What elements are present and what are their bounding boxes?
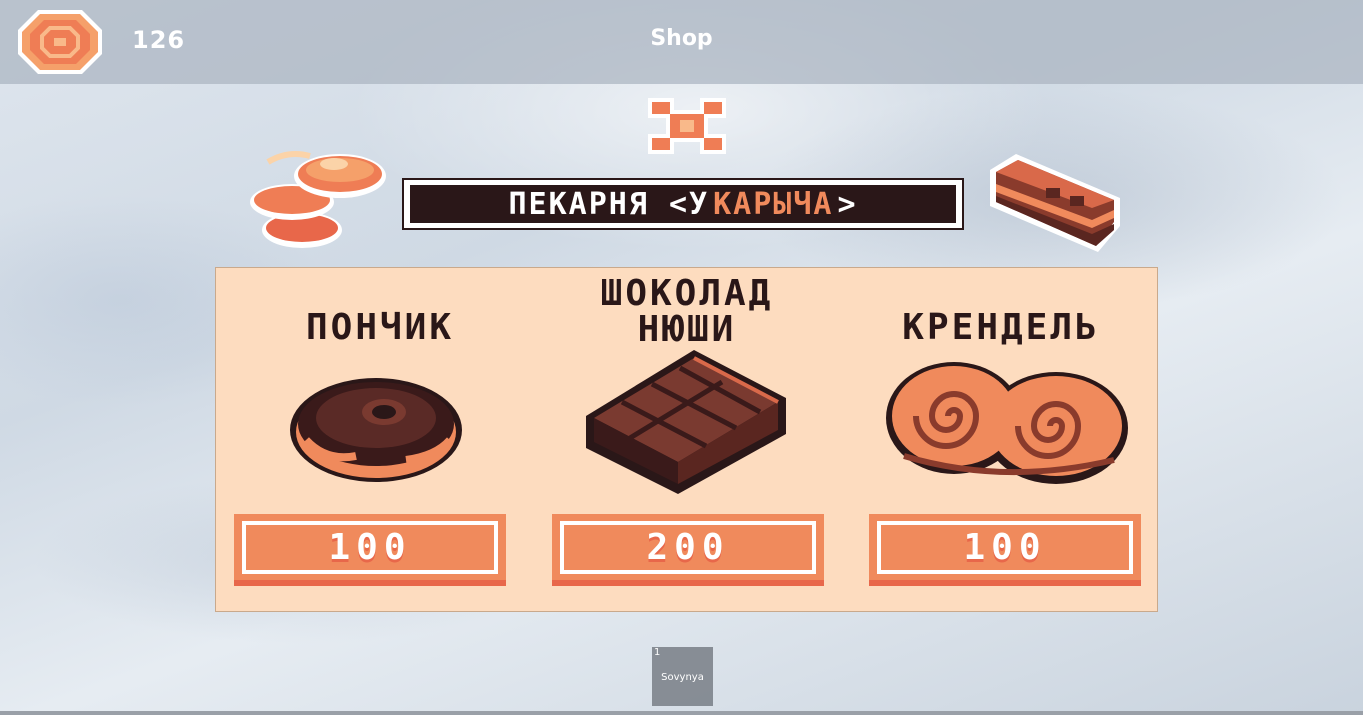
bakery-title-part1: ПЕКАРНЯ <У [508, 186, 710, 222]
buy-button-chocolate[interactable]: 200 [552, 514, 824, 586]
item-name-pretzel: КРЕНДЕЛЬ [902, 307, 1100, 348]
pancakes-icon [250, 151, 386, 248]
top-bar: 126 Shop [0, 0, 1363, 84]
bakery-title: ПЕКАРНЯ <У КАРЫЧА > [402, 178, 964, 230]
chocolate-bar-icon[interactable] [582, 346, 788, 496]
shop-title: Shop [650, 26, 713, 51]
close-x-icon[interactable] [648, 96, 726, 156]
bakery-title-name: КАРЫЧА [713, 186, 834, 222]
hotbar-slot-number: 1 [654, 647, 661, 658]
price-chocolate: 200 [646, 527, 730, 568]
pretzel-icon[interactable] [884, 356, 1130, 488]
buy-button-donut[interactable]: 100 [234, 514, 506, 586]
hotbar-slot[interactable]: 1 Sovynya [652, 647, 713, 706]
bottom-border [0, 711, 1363, 715]
buy-button-pretzel[interactable]: 100 [869, 514, 1141, 586]
price-donut: 100 [328, 527, 412, 568]
item-name-chocolate: ШОКОЛАД НЮШИ [600, 273, 774, 350]
shop-panel: ПОНЧИК 100 ШОКОЛАД НЮШИ 200 КРЕНДЕЛЬ 100 [215, 267, 1158, 612]
hotbar-slot-label: Sovynya [661, 672, 704, 683]
bakery-title-part3: > [837, 186, 858, 222]
cake-slice-icon [990, 154, 1120, 252]
price-pretzel: 100 [963, 527, 1047, 568]
donut-icon[interactable] [286, 366, 466, 486]
item-name-donut: ПОНЧИК [305, 307, 455, 348]
